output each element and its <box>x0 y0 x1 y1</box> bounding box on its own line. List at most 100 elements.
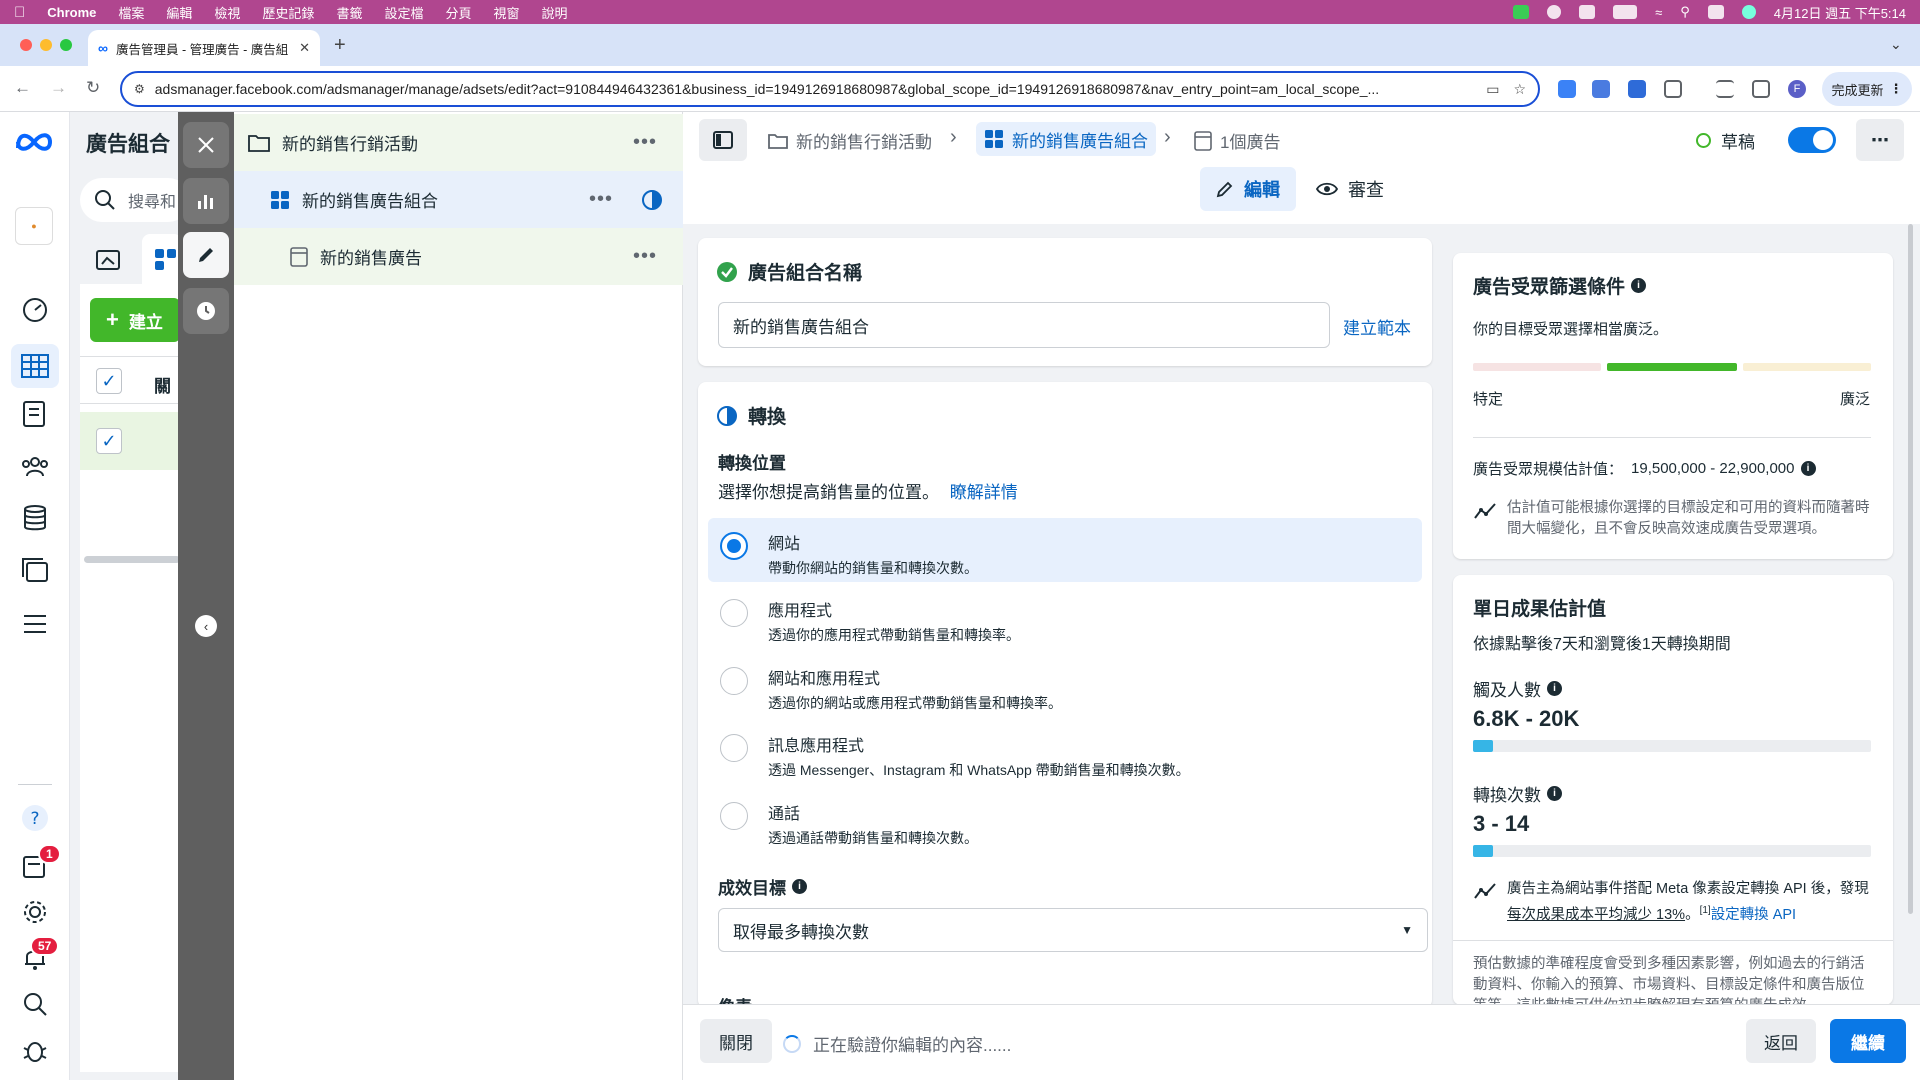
selected-adset-row[interactable] <box>80 412 180 470</box>
conversions-api-footnote[interactable]: [1] <box>1700 905 1711 916</box>
breadcrumb-campaign[interactable]: 新的銷售行銷活動 <box>768 128 932 153</box>
table-header-name[interactable]: 關 <box>154 372 171 397</box>
option-app[interactable]: 應用程式 透過你的應用程式帶動銷售量和轉換率。 <box>708 585 1422 649</box>
folder-tab-icon[interactable] <box>96 248 120 270</box>
collapse-panel-icon[interactable]: ‹ <box>195 615 217 637</box>
toggle-sidebar-icon[interactable] <box>699 119 747 161</box>
tab-close-icon[interactable]: ✕ <box>299 40 310 56</box>
install-app-icon[interactable]: ▭ <box>1486 81 1499 98</box>
media-controls-icon[interactable] <box>1716 80 1734 98</box>
all-tools-menu-icon[interactable] <box>19 608 51 640</box>
menu-help[interactable]: 說明 <box>542 3 568 22</box>
profile-avatar[interactable]: F <box>1788 80 1806 98</box>
catalog-icon[interactable] <box>19 554 51 586</box>
reach-info-icon[interactable]: i <box>1547 681 1562 696</box>
conversions-info-icon[interactable]: i <box>1547 786 1562 801</box>
option-website-and-app-radio[interactable] <box>720 667 748 695</box>
adset-on-off-toggle[interactable] <box>1788 127 1836 153</box>
close-button[interactable]: 關閉 <box>700 1019 772 1063</box>
reload-icon[interactable]: ↻ <box>86 78 100 98</box>
more-options-button[interactable]: ⋯ <box>1856 119 1904 161</box>
extension-1-icon[interactable] <box>1558 80 1576 98</box>
window-minimize-button[interactable] <box>40 39 52 51</box>
line-tray-icon[interactable] <box>1513 5 1530 19</box>
spotlight-icon[interactable]: ⚲ <box>1680 4 1690 20</box>
audience-size-info-icon[interactable]: i <box>1800 461 1816 476</box>
tree-item-campaign[interactable]: 新的銷售行銷活動 ••• <box>234 114 683 171</box>
menu-history[interactable]: 歷史記錄 <box>262 3 314 22</box>
list-search-box[interactable]: 搜尋和 <box>80 178 190 222</box>
campaign-more-icon[interactable]: ••• <box>633 131 657 154</box>
window-close-button[interactable] <box>20 39 32 51</box>
record-tray-icon[interactable] <box>1547 5 1562 19</box>
back-button[interactable]: 返回 <box>1746 1019 1816 1063</box>
translate-extension-icon[interactable] <box>1592 80 1610 98</box>
reports-icon[interactable] <box>19 398 51 430</box>
setup-conversions-api-link[interactable]: 設定轉換 API <box>1711 907 1796 923</box>
wifi-icon[interactable]: ≈ <box>1655 5 1662 20</box>
select-all-checkbox[interactable]: ✓ <box>96 368 122 394</box>
ad-more-icon[interactable]: ••• <box>633 245 657 268</box>
performance-goal-select[interactable]: 取得最多轉換次數 ▼ <box>718 908 1428 952</box>
option-messaging-apps[interactable]: 訊息應用程式 透過 Messenger、Instagram 和 WhatsApp… <box>708 720 1422 784</box>
create-template-link[interactable]: 建立範本 <box>1343 314 1411 339</box>
breadcrumb-ads[interactable]: 1個廣告 <box>1194 128 1280 153</box>
settings-gear-icon[interactable] <box>19 896 51 928</box>
adset-more-icon[interactable]: ••• <box>589 188 613 211</box>
review-mode-tab[interactable]: 審查 <box>1316 167 1384 211</box>
ads-manager-table-icon[interactable] <box>11 344 59 388</box>
billing-stack-icon[interactable] <box>19 502 51 534</box>
create-button[interactable]: + 建立 <box>90 298 180 342</box>
sidepanel-icon[interactable] <box>1752 80 1770 98</box>
browser-tab[interactable]: ∞ 廣告管理員 - 管理廣告 - 廣告組 ✕ <box>88 30 320 66</box>
audience-info-icon[interactable]: i <box>1631 278 1647 293</box>
tree-item-adset[interactable]: 新的銷售廣告組合 ••• <box>234 171 683 228</box>
option-website-and-app[interactable]: 網站和應用程式 透過你的網站或應用程式帶動銷售量和轉換率。 <box>708 653 1422 717</box>
menu-bookmarks[interactable]: 書籤 <box>336 3 362 22</box>
close-editor-button[interactable] <box>183 122 229 168</box>
control-center-icon[interactable] <box>1707 5 1724 19</box>
menu-edit[interactable]: 編輯 <box>166 3 192 22</box>
adset-name-input[interactable]: 新的銷售廣告組合 <box>718 302 1330 348</box>
performance-goal-info-icon[interactable]: i <box>792 879 807 894</box>
report-bug-icon[interactable] <box>19 1034 51 1066</box>
menu-app-name[interactable]: Chrome <box>47 5 96 20</box>
audiences-icon[interactable] <box>19 450 51 482</box>
new-tab-button[interactable]: + <box>334 34 346 57</box>
row-checkbox[interactable]: ✓ <box>96 428 122 454</box>
menu-tab[interactable]: 分頁 <box>445 3 471 22</box>
address-bar[interactable]: ⚙ adsmanager.facebook.com/adsmanager/man… <box>120 71 1540 107</box>
account-avatar[interactable]: ● <box>15 207 53 245</box>
text-tray-icon[interactable] <box>1579 5 1596 19</box>
search-icon[interactable] <box>19 988 51 1020</box>
breadcrumb-adset[interactable]: 新的銷售廣告組合 <box>976 122 1156 156</box>
siri-icon[interactable] <box>1741 5 1756 19</box>
continue-button[interactable]: 繼續 <box>1830 1019 1906 1063</box>
extension-3-icon[interactable] <box>1628 80 1646 98</box>
meta-logo-icon[interactable] <box>14 128 54 156</box>
option-calls-radio[interactable] <box>720 802 748 830</box>
back-icon[interactable]: ← <box>14 78 31 98</box>
menu-file[interactable]: 檔案 <box>118 3 144 22</box>
editor-scrollbar[interactable] <box>1908 224 1913 914</box>
option-calls[interactable]: 通話 透過通話帶動銷售量和轉換次數。 <box>708 788 1422 852</box>
menu-profiles[interactable]: 設定檔 <box>384 3 423 22</box>
extensions-puzzle-icon[interactable] <box>1664 80 1682 98</box>
option-website[interactable]: 網站 帶動你網站的銷售量和轉換次數。 <box>708 518 1422 582</box>
option-messaging-apps-radio[interactable] <box>720 734 748 762</box>
edit-mode-tab[interactable]: 編輯 <box>1200 167 1296 211</box>
window-zoom-button[interactable] <box>60 39 72 51</box>
edit-pencil-icon[interactable] <box>183 232 229 278</box>
update-chrome-button[interactable]: 完成更新 ⋮ <box>1822 72 1912 106</box>
tab-search-icon[interactable]: ⌄ <box>1890 36 1902 53</box>
menu-window[interactable]: 視窗 <box>493 3 519 22</box>
history-clock-icon[interactable] <box>183 288 229 334</box>
option-website-radio[interactable] <box>720 532 748 560</box>
adsets-tab-icon[interactable] <box>142 234 182 284</box>
bookmark-star-icon[interactable]: ☆ <box>1513 81 1526 98</box>
menu-view[interactable]: 檢視 <box>214 3 240 22</box>
learn-more-link[interactable]: 瞭解詳情 <box>950 483 1018 502</box>
battery-icon[interactable] <box>1613 5 1638 19</box>
option-app-radio[interactable] <box>720 599 748 627</box>
apple-icon[interactable]:  <box>14 4 25 21</box>
